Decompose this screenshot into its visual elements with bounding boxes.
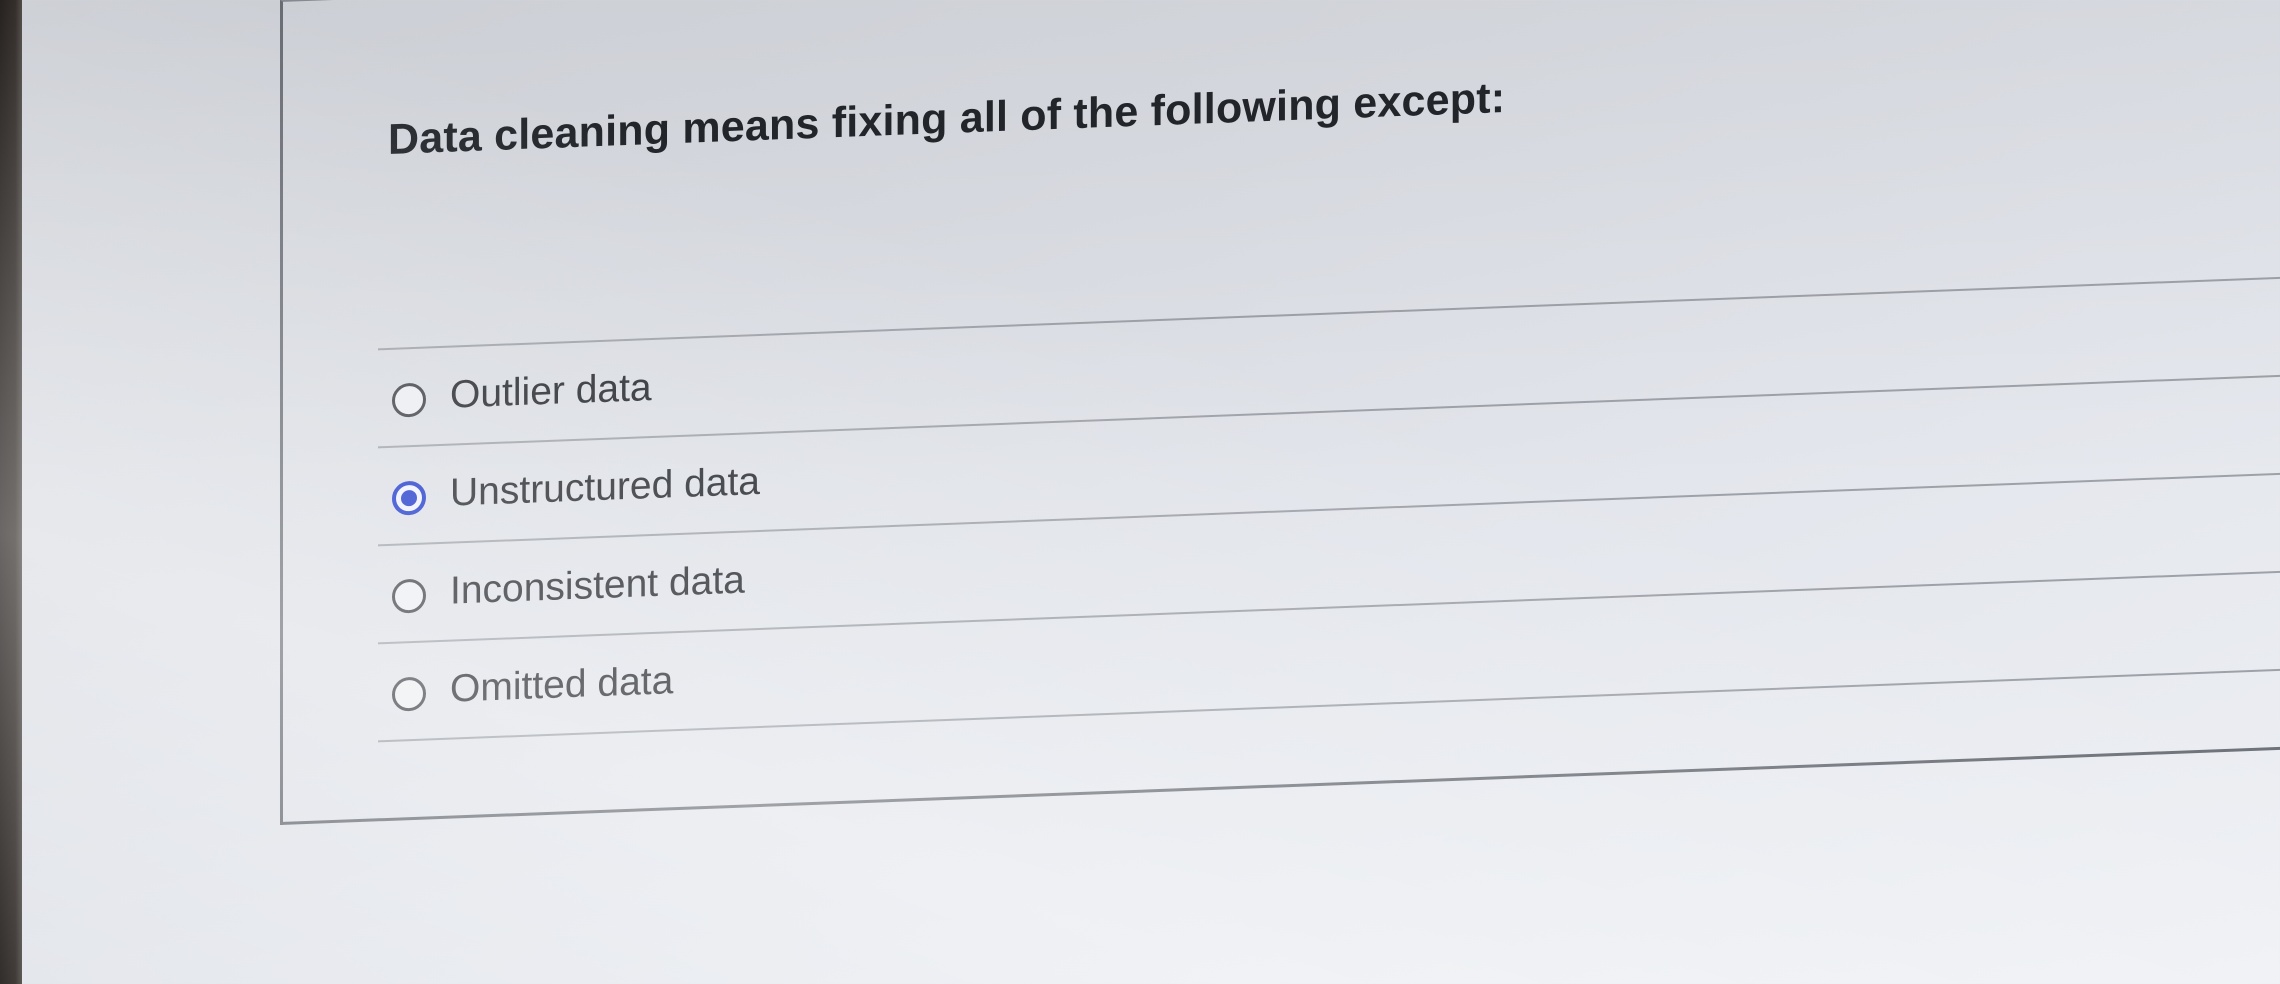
option-label: Omitted data bbox=[450, 659, 674, 711]
monitor-bezel bbox=[0, 0, 22, 984]
radio-unstructured[interactable] bbox=[392, 480, 426, 516]
option-label: Outlier data bbox=[450, 366, 652, 417]
radio-omitted[interactable] bbox=[392, 676, 426, 712]
answer-options: Outlier data Unstructured data Inconsist… bbox=[378, 276, 2280, 743]
radio-inconsistent[interactable] bbox=[392, 578, 426, 614]
radio-outlier[interactable] bbox=[392, 382, 426, 418]
option-label: Unstructured data bbox=[450, 459, 761, 515]
question-text: Data cleaning means fixing all of the fo… bbox=[388, 74, 1506, 164]
option-label: Inconsistent data bbox=[450, 558, 745, 613]
question-card: Data cleaning means fixing all of the fo… bbox=[280, 0, 2280, 826]
